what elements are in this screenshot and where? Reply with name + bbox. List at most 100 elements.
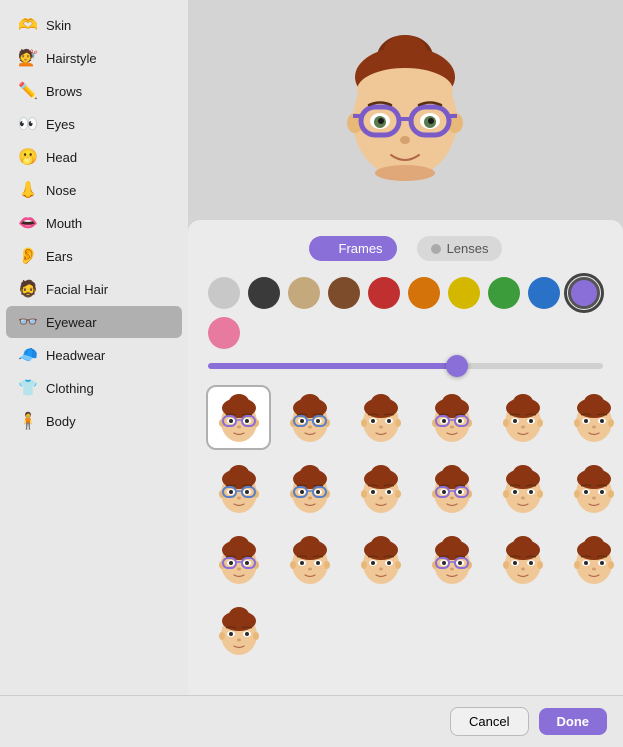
sidebar-label-headwear: Headwear xyxy=(46,348,105,363)
cancel-button[interactable]: Cancel xyxy=(450,707,528,736)
emoji-cell-13[interactable] xyxy=(277,527,342,592)
tab-frames-label: Frames xyxy=(339,241,383,256)
face-svg-0 xyxy=(213,392,265,444)
face-svg-5 xyxy=(568,392,620,444)
brows-icon: ✏️ xyxy=(18,81,38,101)
emoji-cell-17[interactable] xyxy=(561,527,623,592)
frames-dot xyxy=(323,244,333,254)
sidebar-label-clothing: Clothing xyxy=(46,381,94,396)
emoji-cell-4[interactable] xyxy=(490,385,555,450)
eyes-icon: 👀 xyxy=(18,114,38,134)
face-svg-12 xyxy=(213,534,265,586)
emoji-cell-7[interactable] xyxy=(277,456,342,521)
face-svg-10 xyxy=(497,463,549,515)
emoji-cell-11[interactable] xyxy=(561,456,623,521)
lenses-dot xyxy=(431,244,441,254)
color-swatch-tan[interactable] xyxy=(288,277,320,309)
color-swatch-yellow[interactable] xyxy=(448,277,480,309)
color-swatch-green[interactable] xyxy=(488,277,520,309)
color-swatch-red[interactable] xyxy=(368,277,400,309)
skin-icon: 🫶 xyxy=(18,15,38,35)
emoji-cell-9[interactable] xyxy=(419,456,484,521)
emoji-cell-6[interactable] xyxy=(206,456,271,521)
sidebar-item-nose[interactable]: 👃 Nose xyxy=(6,174,182,206)
slider-container xyxy=(204,363,607,369)
emoji-cell-0[interactable] xyxy=(206,385,271,450)
nose-icon: 👃 xyxy=(18,180,38,200)
sidebar-label-nose: Nose xyxy=(46,183,76,198)
color-swatch-purple[interactable] xyxy=(568,277,600,309)
emoji-cell-2[interactable] xyxy=(348,385,413,450)
face-svg-4 xyxy=(497,392,549,444)
tab-lenses[interactable]: Lenses xyxy=(417,236,503,261)
face-svg-18 xyxy=(213,605,265,657)
face-svg-2 xyxy=(355,392,407,444)
emoji-cell-8[interactable] xyxy=(348,456,413,521)
color-swatches xyxy=(204,277,607,349)
color-swatch-dark-gray[interactable] xyxy=(248,277,280,309)
done-button[interactable]: Done xyxy=(539,708,608,735)
slider-thumb[interactable] xyxy=(446,355,468,377)
sidebar-label-hairstyle: Hairstyle xyxy=(46,51,97,66)
head-icon: 🫢 xyxy=(18,147,38,167)
sidebar-item-ears[interactable]: 👂 Ears xyxy=(6,240,182,272)
color-swatch-light-gray[interactable] xyxy=(208,277,240,309)
emoji-grid xyxy=(204,385,607,663)
emoji-cell-10[interactable] xyxy=(490,456,555,521)
sidebar-label-body: Body xyxy=(46,414,76,429)
eyewear-icon: 👓 xyxy=(18,312,38,332)
color-swatch-pink[interactable] xyxy=(208,317,240,349)
avatar-preview xyxy=(331,25,481,195)
mouth-icon: 👄 xyxy=(18,213,38,233)
emoji-cell-1[interactable] xyxy=(277,385,342,450)
content-area: Frames Lenses xyxy=(188,0,623,695)
sidebar-item-head[interactable]: 🫢 Head xyxy=(6,141,182,173)
face-svg-17 xyxy=(568,534,620,586)
emoji-cell-16[interactable] xyxy=(490,527,555,592)
color-swatch-orange[interactable] xyxy=(408,277,440,309)
sidebar-item-eyes[interactable]: 👀 Eyes xyxy=(6,108,182,140)
emoji-cell-14[interactable] xyxy=(348,527,413,592)
sidebar-item-headwear[interactable]: 🧢 Headwear xyxy=(6,339,182,371)
main-container: 🫶 Skin 💇 Hairstyle ✏️ Brows 👀 Eyes 🫢 Hea… xyxy=(0,0,623,695)
sidebar: 🫶 Skin 💇 Hairstyle ✏️ Brows 👀 Eyes 🫢 Hea… xyxy=(0,0,188,695)
headwear-icon: 🧢 xyxy=(18,345,38,365)
emoji-cell-18[interactable] xyxy=(206,598,271,663)
slider-track[interactable] xyxy=(208,363,603,369)
sidebar-label-mouth: Mouth xyxy=(46,216,82,231)
preview-area xyxy=(188,0,623,220)
sidebar-item-mouth[interactable]: 👄 Mouth xyxy=(6,207,182,239)
emoji-cell-3[interactable] xyxy=(419,385,484,450)
sidebar-item-clothing[interactable]: 👕 Clothing xyxy=(6,372,182,404)
emoji-cell-12[interactable] xyxy=(206,527,271,592)
sidebar-item-facial-hair[interactable]: 🧔 Facial Hair xyxy=(6,273,182,305)
color-swatch-blue[interactable] xyxy=(528,277,560,309)
face-svg-14 xyxy=(355,534,407,586)
face-svg-15 xyxy=(426,534,478,586)
options-panel: Frames Lenses xyxy=(188,220,623,695)
emoji-cell-5[interactable] xyxy=(561,385,623,450)
sidebar-item-eyewear[interactable]: 👓 Eyewear xyxy=(6,306,182,338)
sidebar-item-hairstyle[interactable]: 💇 Hairstyle xyxy=(6,42,182,74)
sidebar-label-eyes: Eyes xyxy=(46,117,75,132)
face-svg-3 xyxy=(426,392,478,444)
sidebar-item-body[interactable]: 🧍 Body xyxy=(6,405,182,437)
emoji-cell-15[interactable] xyxy=(419,527,484,592)
sidebar-item-skin[interactable]: 🫶 Skin xyxy=(6,9,182,41)
face-svg-13 xyxy=(284,534,336,586)
clothing-icon: 👕 xyxy=(18,378,38,398)
face-svg-9 xyxy=(426,463,478,515)
sidebar-label-skin: Skin xyxy=(46,18,71,33)
sidebar-item-brows[interactable]: ✏️ Brows xyxy=(6,75,182,107)
color-swatch-brown[interactable] xyxy=(328,277,360,309)
facial-hair-icon: 🧔 xyxy=(18,279,38,299)
ears-icon: 👂 xyxy=(18,246,38,266)
face-svg-6 xyxy=(213,463,265,515)
sidebar-label-brows: Brows xyxy=(46,84,82,99)
sidebar-label-eyewear: Eyewear xyxy=(46,315,97,330)
tab-frames[interactable]: Frames xyxy=(309,236,397,261)
face-svg-1 xyxy=(284,392,336,444)
face-svg-16 xyxy=(497,534,549,586)
hairstyle-icon: 💇 xyxy=(18,48,38,68)
face-svg-7 xyxy=(284,463,336,515)
